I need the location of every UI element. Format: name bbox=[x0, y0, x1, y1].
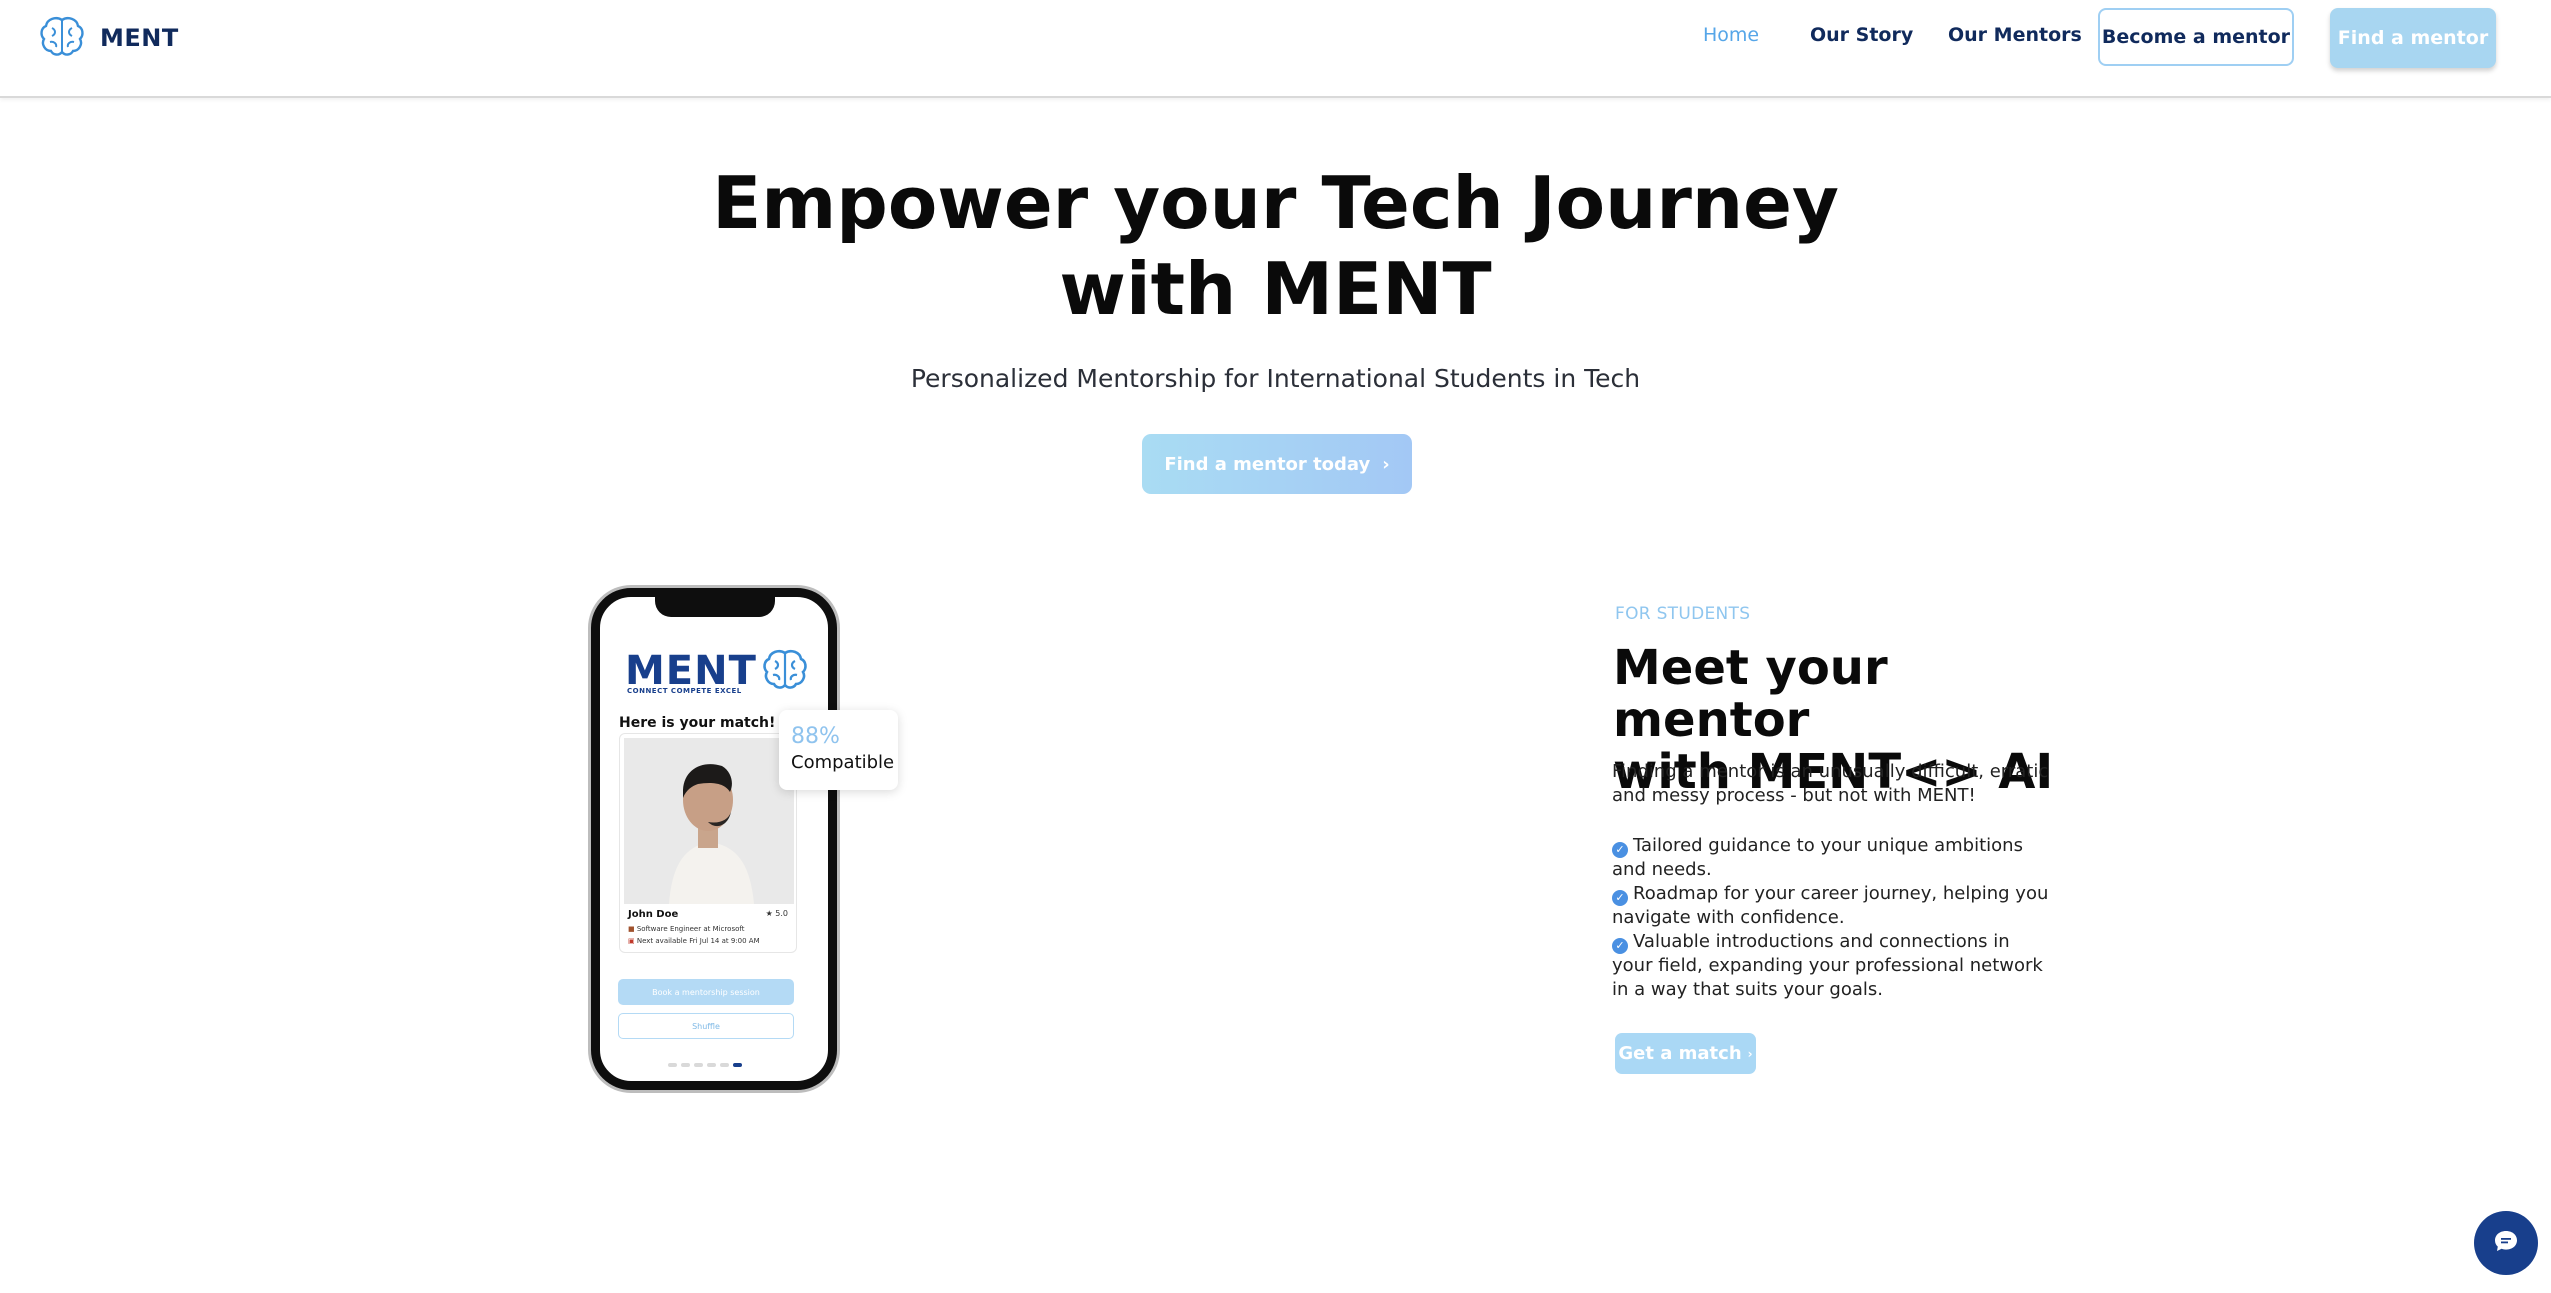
compatibility-percent: 88% bbox=[791, 724, 840, 749]
mentor-role: ■ Software Engineer at Microsoft bbox=[628, 925, 744, 933]
carousel-dot[interactable] bbox=[720, 1063, 729, 1067]
chevron-right-icon: › bbox=[1382, 453, 1390, 475]
hero-subtitle: Personalized Mentorship for Internationa… bbox=[910, 364, 1641, 393]
phone-notch bbox=[655, 595, 775, 617]
mentor-rating: ★ 5.0 bbox=[765, 909, 788, 918]
benefits-list: ✓ Tailored guidance to your unique ambiti… bbox=[1612, 834, 2052, 1002]
chat-bubble-icon bbox=[2492, 1227, 2520, 1259]
benefit-item: ✓ Valuable introductions and connections … bbox=[1612, 930, 2052, 1002]
carousel-dot[interactable] bbox=[681, 1063, 690, 1067]
hero-title-line-2: with MENT bbox=[1059, 247, 1492, 331]
compatibility-label: Compatible bbox=[791, 752, 895, 773]
carousel-dot[interactable] bbox=[668, 1063, 677, 1067]
book-session-button[interactable]: Book a mentorship session bbox=[618, 979, 794, 1005]
brand-name: MENT bbox=[100, 24, 179, 52]
site-header: MENT Home Our Story Our Mentors Become a… bbox=[0, 0, 2551, 98]
nav-our-mentors-link[interactable]: Our Mentors bbox=[1948, 24, 2082, 46]
chevron-right-icon: › bbox=[1747, 1046, 1753, 1061]
carousel-dot-active[interactable] bbox=[733, 1063, 742, 1067]
brain-icon bbox=[38, 14, 86, 62]
nav-our-story-link[interactable]: Our Story bbox=[1810, 24, 1913, 46]
phone-logo-word: MENT bbox=[625, 648, 757, 694]
hero-cta-label: Find a mentor today bbox=[1164, 453, 1371, 475]
carousel-dots bbox=[668, 1063, 742, 1067]
benefit-item: ✓ Roadmap for your career journey, helpin… bbox=[1612, 882, 2052, 930]
mentor-role-text: Software Engineer at Microsoft bbox=[636, 925, 745, 933]
benefit-text: Valuable introductions and connections i… bbox=[1612, 931, 2043, 1000]
brain-icon bbox=[757, 647, 811, 695]
mentor-photo bbox=[624, 738, 794, 904]
shuffle-button[interactable]: Shuffle bbox=[618, 1013, 794, 1039]
find-mentor-button[interactable]: Find a mentor bbox=[2330, 8, 2496, 68]
get-match-label: Get a match bbox=[1618, 1043, 1742, 1064]
section-eyebrow: FOR STUDENTS bbox=[1615, 604, 1751, 624]
mentor-match-card[interactable]: John Doe ★ 5.0 ■ Software Engineer at Mi… bbox=[619, 733, 797, 953]
hero-title-line-1: Empower your Tech Journey bbox=[712, 161, 1839, 245]
brand-logo[interactable]: MENT bbox=[38, 14, 179, 62]
find-mentor-today-button[interactable]: Find a mentor today › bbox=[1142, 434, 1412, 494]
chat-widget-button[interactable] bbox=[2474, 1211, 2538, 1275]
check-circle-icon: ✓ bbox=[1612, 842, 1628, 858]
mentor-name: John Doe bbox=[628, 909, 679, 920]
section-title-line-1: Meet your mentor bbox=[1613, 640, 1888, 748]
phone-app-logo: MENT CONNECT COMPETE EXCEL bbox=[625, 647, 811, 695]
benefit-item: ✓ Tailored guidance to your unique ambiti… bbox=[1612, 834, 2052, 882]
become-mentor-button[interactable]: Become a mentor bbox=[2098, 8, 2294, 66]
check-circle-icon: ✓ bbox=[1612, 938, 1628, 954]
compatibility-badge: 88% Compatible bbox=[779, 710, 898, 790]
mentor-availability-text: Next available Fri Jul 14 at 9:00 AM bbox=[636, 937, 760, 945]
phone-mockup: MENT CONNECT COMPETE EXCEL Here is your … bbox=[591, 588, 837, 1090]
calendar-icon: ▣ bbox=[628, 937, 635, 945]
benefit-text: Roadmap for your career journey, helping… bbox=[1612, 883, 2049, 928]
phone-logo-tagline: CONNECT COMPETE EXCEL bbox=[627, 687, 742, 695]
hero-title: Empower your Tech Journey with MENT bbox=[0, 160, 2551, 332]
benefit-text: Tailored guidance to your unique ambitio… bbox=[1612, 835, 2023, 880]
briefcase-icon: ■ bbox=[628, 925, 635, 933]
mentor-availability: ▣ Next available Fri Jul 14 at 9:00 AM bbox=[628, 937, 760, 945]
nav-home-link[interactable]: Home bbox=[1703, 24, 1759, 46]
match-title: Here is your match! bbox=[619, 715, 776, 731]
get-match-button[interactable]: Get a match › bbox=[1615, 1033, 1756, 1074]
carousel-dot[interactable] bbox=[707, 1063, 716, 1067]
check-circle-icon: ✓ bbox=[1612, 890, 1628, 906]
section-description: Finding a mentor is an unusually difficu… bbox=[1612, 761, 2049, 806]
carousel-dot[interactable] bbox=[694, 1063, 703, 1067]
